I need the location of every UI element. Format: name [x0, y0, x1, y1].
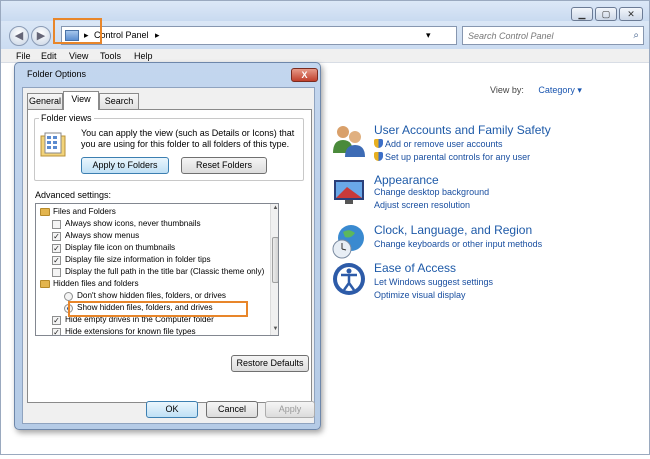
scrollbar-thumb[interactable] — [272, 237, 278, 283]
tree-item-label: Display file size information in folder … — [65, 255, 211, 264]
close-button[interactable]: ✕ — [619, 7, 643, 21]
show-hidden-highlight — [68, 301, 248, 317]
dialog-close-button[interactable]: X — [291, 68, 318, 82]
restore-defaults-button[interactable]: Restore Defaults — [231, 355, 309, 372]
scroll-down-icon[interactable]: ▼ — [271, 325, 278, 334]
category-title[interactable]: Ease of Access — [374, 261, 456, 275]
apply-button[interactable]: Apply — [265, 401, 315, 418]
cancel-button[interactable]: Cancel — [206, 401, 258, 418]
checkbox[interactable]: ✓ — [52, 244, 61, 253]
tree-item-label: Hidden files and folders — [53, 279, 139, 288]
minimize-button[interactable]: ▁ — [571, 7, 593, 21]
menu-bar: File Edit View Tools Help — [1, 49, 649, 63]
search-placeholder: Search Control Panel — [468, 31, 554, 41]
dialog-title: Folder Options — [27, 69, 87, 79]
globe-clock-icon — [332, 225, 364, 259]
back-button[interactable]: ◀ — [9, 26, 29, 46]
tree-option-item[interactable]: ✓ Display file size information in folder… — [36, 254, 270, 266]
tree-item-label: Display file icon on thumbnails — [65, 243, 176, 252]
tree-option-item[interactable]: Display the full path in the title bar (… — [36, 266, 270, 278]
link-add-remove-accounts[interactable]: Add or remove user accounts — [374, 139, 503, 149]
address-bar[interactable]: ▸ Control Panel ▸ ▾ ⟳ — [61, 26, 508, 45]
folder-views-legend: Folder views — [39, 113, 94, 123]
tree-folder-item: Hidden files and folders — [36, 278, 270, 290]
link-desktop-background[interactable]: Change desktop background — [374, 187, 489, 197]
scroll-up-icon[interactable]: ▲ — [271, 204, 278, 213]
appearance-icon — [334, 180, 364, 204]
folder-views-group: Folder views You can apply the view (suc… — [34, 113, 304, 181]
checkbox[interactable] — [52, 220, 61, 229]
menu-file[interactable]: File — [16, 51, 31, 61]
tree-option-item[interactable]: ✓ Display file icon on thumbnails — [36, 242, 270, 254]
tab-general[interactable]: General — [27, 93, 63, 109]
users-icon — [333, 126, 365, 157]
maximize-button[interactable]: ▢ — [595, 7, 617, 21]
checkbox[interactable]: ✓ — [52, 316, 61, 325]
tree-item-label: Hide extensions for known file types — [65, 327, 196, 336]
apply-to-folders-button[interactable]: Apply to Folders — [81, 157, 169, 174]
view-by: View by: Category ▾ — [490, 85, 582, 96]
tree-folder-item: Files and Folders — [36, 206, 270, 218]
category-title[interactable]: Clock, Language, and Region — [374, 223, 532, 237]
tab-search[interactable]: Search — [99, 93, 139, 109]
search-input[interactable]: Search Control Panel ⌕ — [462, 26, 644, 45]
breadcrumb-control-panel[interactable]: Control Panel — [94, 30, 149, 40]
reset-folders-button[interactable]: Reset Folders — [181, 157, 267, 174]
address-dropdown-icon[interactable]: ▾ — [426, 30, 431, 41]
category-title[interactable]: Appearance — [374, 173, 439, 187]
tree-option-item[interactable]: Always show icons, never thumbnails — [36, 218, 270, 230]
advanced-settings-label: Advanced settings: — [35, 190, 112, 200]
link-parental-controls[interactable]: Set up parental controls for any user — [374, 152, 530, 162]
tree-scrollbar[interactable]: ▲ ▼ — [270, 204, 278, 335]
link-change-keyboards[interactable]: Change keyboards or other input methods — [374, 239, 542, 249]
folder-options-dialog: Folder Options X General View Search Fol… — [14, 62, 321, 430]
folder-icon — [40, 280, 50, 288]
dialog-body: General View Search Folder views You can… — [22, 87, 315, 424]
tree-item-label: Always show menus — [65, 231, 140, 240]
radio-button[interactable] — [64, 292, 73, 301]
link-optimize-visual[interactable]: Optimize visual display — [374, 290, 466, 300]
checkbox[interactable] — [52, 268, 61, 277]
tree-item-label: Display the full path in the title bar (… — [65, 267, 265, 276]
folder-views-description: You can apply the view (such as Details … — [81, 128, 295, 149]
shield-icon — [374, 139, 383, 148]
view-by-label: View by: — [490, 85, 524, 95]
shield-icon — [374, 152, 383, 161]
tree-item-label: Always show icons, never thumbnails — [65, 219, 201, 228]
tree-option-item[interactable]: ✓ Hide extensions for known file types — [36, 326, 270, 336]
view-by-dropdown[interactable]: Category ▾ — [538, 85, 582, 95]
ease-of-access-icon — [333, 263, 365, 295]
link-screen-resolution[interactable]: Adjust screen resolution — [374, 200, 470, 210]
checkbox[interactable]: ✓ — [52, 256, 61, 265]
menu-help[interactable]: Help — [134, 51, 153, 61]
checkbox[interactable]: ✓ — [52, 328, 61, 335]
folder-icon — [40, 208, 50, 216]
view-tab-highlight — [53, 18, 102, 44]
link-windows-suggest[interactable]: Let Windows suggest settings — [374, 277, 493, 287]
folder-views-icon — [40, 132, 66, 157]
menu-view[interactable]: View — [69, 51, 88, 61]
category-title[interactable]: User Accounts and Family Safety — [374, 123, 551, 137]
forward-button[interactable]: ▶ — [31, 26, 51, 46]
checkbox[interactable]: ✓ — [52, 232, 61, 241]
menu-edit[interactable]: Edit — [41, 51, 57, 61]
menu-tools[interactable]: Tools — [100, 51, 121, 61]
tree-option-item[interactable]: ✓ Always show menus — [36, 230, 270, 242]
view-tab-panel: Folder views You can apply the view (suc… — [27, 109, 312, 403]
ok-button[interactable]: OK — [146, 401, 198, 418]
tree-item-label: Files and Folders — [53, 207, 116, 216]
search-icon[interactable]: ⌕ — [633, 30, 639, 41]
tab-view[interactable]: View — [63, 91, 99, 110]
breadcrumb-chevron-icon[interactable]: ▸ — [155, 30, 160, 41]
